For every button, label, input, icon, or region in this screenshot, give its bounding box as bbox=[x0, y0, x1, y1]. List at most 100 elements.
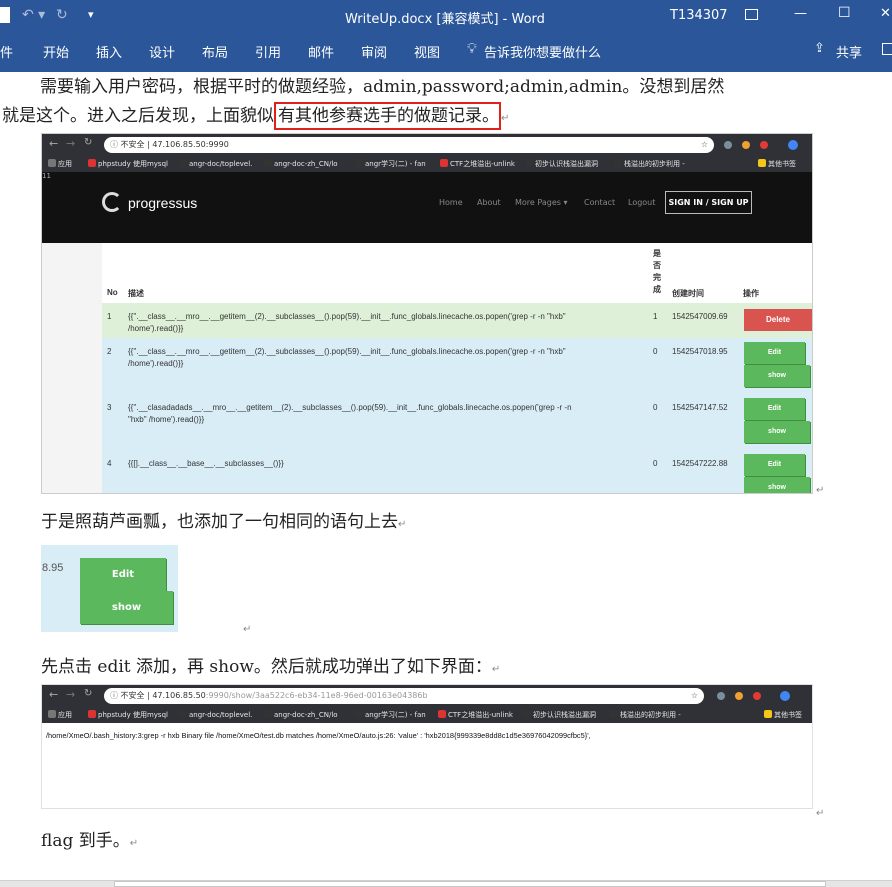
brand-name: progressus bbox=[128, 195, 198, 211]
edit-button: Edit bbox=[80, 558, 166, 592]
paragraph-3-text: 先点击 edit 添加，再 show。然后就成功弹出了如下界面： bbox=[41, 657, 492, 677]
bookmark-3: angr-doc-zh_CN/lo bbox=[264, 710, 338, 719]
user-name[interactable]: T134307 bbox=[670, 8, 728, 23]
extension-icon bbox=[717, 692, 725, 700]
ribbon-display-icon[interactable] bbox=[745, 9, 758, 20]
row-no: 4 bbox=[107, 459, 112, 468]
row-desc: {{''.__class__.__mro__.__getitem__(2).__… bbox=[128, 312, 566, 321]
window-title: WriteUp.docx [兼容模式] - Word bbox=[345, 12, 545, 27]
bookmark-4: angr学习(二) - fan bbox=[355, 710, 426, 720]
table-row: 2 {{''.__class__.__mro__.__getitem__(2).… bbox=[102, 338, 812, 394]
reload-icon: ↻ bbox=[84, 137, 93, 148]
site-navbar: 11 progressus Home About More Pages ▾ Co… bbox=[42, 172, 812, 243]
tab-mailings[interactable]: 邮件 bbox=[308, 42, 334, 61]
bookmark-1: phpstudy 使用mysql bbox=[88, 159, 168, 169]
paragraph-mark: ↵ bbox=[491, 664, 501, 675]
bookmarks-bar: 应用 phpstudy 使用mysql angr-doc/toplevel. a… bbox=[42, 707, 812, 723]
stray-text: 11 bbox=[42, 172, 51, 180]
row-desc: {{''.__class__.__mro__.__getitem__(2).__… bbox=[128, 347, 566, 356]
bookmark-6: 初步认识栈溢出漏洞 bbox=[523, 710, 596, 720]
paragraph-1-line-2: 就是这个。进入之后发现，上面貌似 有其他参赛选手的做题记录。 ↵ bbox=[2, 101, 510, 130]
tab-layout[interactable]: 布局 bbox=[202, 42, 228, 61]
table-row: 4 {{[].__class__.__base__.__subclasses__… bbox=[102, 450, 812, 493]
bookmark-other: 其他书签 bbox=[764, 710, 802, 720]
tab-file[interactable]: 件 bbox=[0, 42, 13, 61]
url-host: 47.106.85.50 bbox=[152, 691, 206, 700]
minimize-button[interactable]: — bbox=[794, 6, 807, 21]
close-button[interactable]: ✕ bbox=[880, 6, 891, 21]
url-text: 47.106.85.50:9990 bbox=[152, 140, 229, 149]
bookmark-1: phpstudy 使用mysql bbox=[88, 710, 168, 720]
paragraph-mark: ↵ bbox=[243, 624, 252, 635]
nav-logout: Logout bbox=[628, 198, 656, 207]
show-button: show bbox=[744, 421, 810, 443]
redo-icon[interactable]: ↻ bbox=[56, 7, 68, 23]
header-desc: 描述 bbox=[128, 289, 144, 298]
insecure-label: 不安全 bbox=[120, 691, 145, 700]
row-time: 1542547018.95 bbox=[672, 347, 728, 356]
bookmark-3: angr-doc-zh_CN/lo bbox=[264, 159, 338, 168]
save-icon[interactable] bbox=[0, 7, 10, 23]
paragraph-1-text: 需要输入用户密码，根据平时的做题经验，admin,password;admin,… bbox=[40, 77, 725, 97]
tab-references[interactable]: 引用 bbox=[255, 42, 281, 61]
show-button: show bbox=[744, 477, 810, 493]
reload-icon: ↻ bbox=[84, 688, 93, 699]
nav-more-pages: More Pages ▾ bbox=[515, 198, 568, 207]
undo-icon[interactable]: ↶ ▾ bbox=[22, 7, 45, 23]
bookmark-2: angr-doc/toplevel. bbox=[179, 710, 252, 719]
paragraph-1-line-1: 需要输入用户密码，根据平时的做题经验，admin,password;admin,… bbox=[40, 72, 724, 97]
back-icon: ← bbox=[49, 688, 59, 701]
paragraph-3: 先点击 edit 添加，再 show。然后就成功弹出了如下界面：↵ bbox=[41, 652, 500, 677]
share-icon[interactable]: ⇪ bbox=[814, 41, 825, 56]
maximize-button[interactable]: ☐ bbox=[838, 5, 851, 21]
bookmark-7: 栈溢出的初步利用 - bbox=[614, 159, 685, 169]
browser-toolbar: ← → ↻ ⓘ 不安全 | 47.106.85.50:9990/show/3aa… bbox=[42, 685, 812, 707]
tab-home[interactable]: 开始 bbox=[43, 42, 69, 61]
embedded-screenshot-1: ← → ↻ ⓘ 不安全 | 47.106.85.50:9990 ☆ 应用 php… bbox=[41, 133, 813, 494]
paragraph-mark: ↵ bbox=[398, 519, 407, 530]
share-button[interactable]: 共享 bbox=[836, 42, 862, 61]
command-output: /home/XmeO/.bash_history:3:grep -r hxb B… bbox=[46, 731, 591, 740]
extension-icon-3 bbox=[760, 141, 768, 149]
bookmark-5: CTF之堆溢出-unlink bbox=[440, 159, 515, 169]
scrollbar-thumb[interactable] bbox=[114, 881, 826, 887]
browser-toolbar: ← → ↻ ⓘ 不安全 | 47.106.85.50:9990 ☆ bbox=[42, 134, 812, 156]
nav-about: About bbox=[477, 198, 501, 207]
tab-review[interactable]: 审阅 bbox=[361, 42, 387, 61]
url-path: :9990/show/3aa522c6-eb34-11e8-96ed-00163… bbox=[205, 691, 428, 700]
comments-icon[interactable] bbox=[882, 43, 892, 55]
row-desc: {{[].__class__.__base__.__subclasses__()… bbox=[128, 459, 284, 468]
paragraph-mark: ↵ bbox=[816, 808, 825, 819]
tell-me-search[interactable]: 告诉我你想要做什么 bbox=[484, 42, 601, 61]
highlight-box: 有其他参赛选手的做题记录。 bbox=[274, 102, 501, 130]
bookmark-apps: 应用 bbox=[48, 710, 72, 720]
extension-icon-2 bbox=[742, 141, 750, 149]
table-row: 1 {{''.__class__.__mro__.__getitem__(2).… bbox=[102, 303, 812, 338]
row-time: 1542547009.69 bbox=[672, 312, 728, 321]
tab-insert[interactable]: 插入 bbox=[96, 42, 122, 61]
time-fragment: 8.95 bbox=[42, 562, 64, 574]
nav-home: Home bbox=[439, 198, 463, 207]
row-desc: {{''.__clasadadads__.__mro__.__getitem__… bbox=[128, 403, 572, 412]
profile-icon bbox=[780, 691, 790, 701]
tab-view[interactable]: 视图 bbox=[414, 42, 440, 61]
paragraph-mark: ↵ bbox=[501, 113, 510, 124]
paragraph-mark: ↵ bbox=[129, 838, 139, 849]
signin-button: SIGN IN / SIGN UP bbox=[665, 191, 752, 214]
extension-icon bbox=[724, 141, 732, 149]
paragraph-4-text: flag 到手。 bbox=[41, 831, 130, 851]
row-done: 0 bbox=[653, 459, 658, 468]
horizontal-scrollbar[interactable] bbox=[0, 880, 892, 887]
bookmark-7: 栈溢出的初步利用 - bbox=[610, 710, 681, 720]
edit-button: Edit bbox=[744, 342, 805, 364]
edit-button: Edit bbox=[744, 454, 805, 476]
bookmark-apps: 应用 bbox=[48, 159, 72, 169]
quick-access-menu-icon[interactable]: ▾ bbox=[88, 8, 94, 21]
forward-icon: → bbox=[66, 137, 76, 150]
tab-design[interactable]: 设计 bbox=[149, 42, 175, 61]
bookmark-5: CTF之堆溢出-unlink bbox=[438, 710, 513, 720]
document-page[interactable]: 需要输入用户密码，根据平时的做题经验，admin,password;admin,… bbox=[0, 72, 892, 880]
header-op: 操作 bbox=[743, 289, 759, 298]
back-icon: ← bbox=[49, 137, 59, 150]
ribbon-tabs: 件 开始 插入 设计 布局 引用 邮件 审阅 视图 💡︎ 告诉我你想要做什么 ⇪… bbox=[0, 34, 892, 72]
